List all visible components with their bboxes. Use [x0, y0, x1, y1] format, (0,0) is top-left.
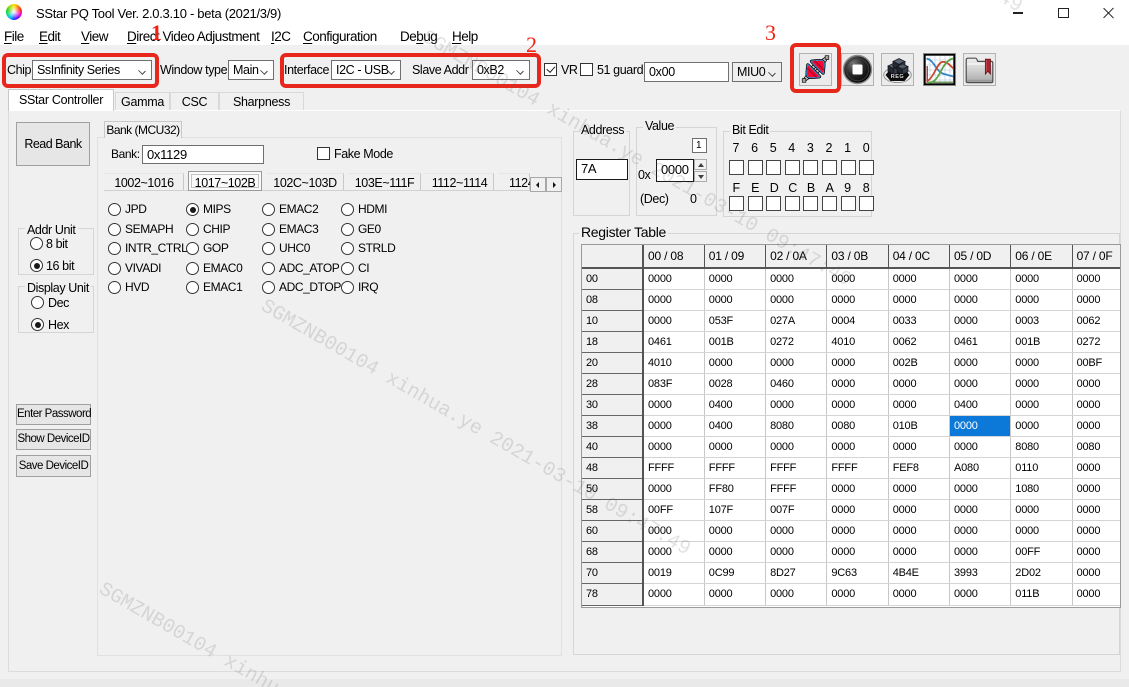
svg-text:REG: REG [891, 74, 904, 80]
